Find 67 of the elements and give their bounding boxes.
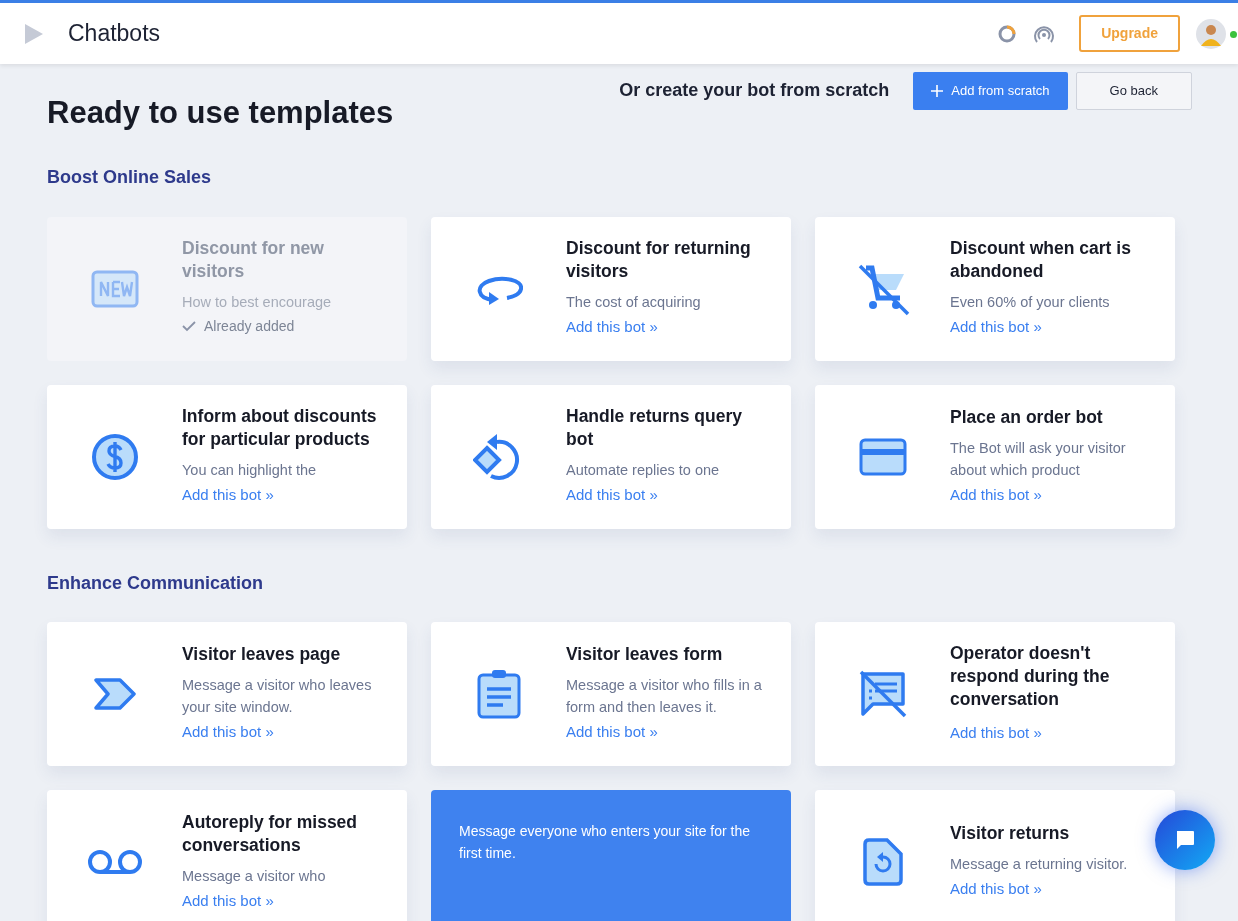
template-card[interactable]: Autoreply for missed conversations Message a visitor who Add this bot » <box>47 790 407 921</box>
card-title: Visitor returns <box>950 822 1071 846</box>
card-description: How to best encourage <box>182 293 333 313</box>
card-title: Discount when cart is abandoned <box>950 237 1132 284</box>
card-description: The Bot will ask your visitor about which product <box>950 438 1127 480</box>
check-icon <box>182 321 196 333</box>
card-description: Automate replies to one <box>566 461 721 481</box>
add-bot-link[interactable]: Add this bot » <box>182 723 274 741</box>
card-description: Message a visitor who <box>182 866 327 886</box>
card-title: Visitor leaves form <box>566 643 724 667</box>
card-title: Autoreply for missed conversations <box>182 810 359 857</box>
section-title: Boost Online Sales <box>47 167 213 189</box>
add-from-scratch-button[interactable]: Add from scratch <box>913 72 1068 110</box>
card-title: Visitor leaves page <box>182 643 342 667</box>
add-bot-link[interactable]: Add this bot » <box>950 724 1042 742</box>
chevron-icon <box>93 678 136 711</box>
card-description: You can highlight the <box>182 461 318 481</box>
card-description: Even 60% of your clients <box>950 293 1111 313</box>
card-title: Operator doesn't respond during the conversation <box>950 642 1111 712</box>
voicemail-icon <box>85 849 144 876</box>
add-bot-link[interactable]: Add this bot » <box>566 486 658 504</box>
card-description: Message a visitor who fills in a form and then leaves it. <box>566 676 763 718</box>
card-title: Discount for returning visitors <box>566 237 752 284</box>
card-title: Place an order bot <box>950 405 1104 429</box>
clipboard-icon <box>476 669 521 720</box>
status-text: Already added <box>204 317 295 337</box>
add-bot-link[interactable]: Add this bot » <box>566 318 658 336</box>
chat-button[interactable] <box>1155 810 1215 870</box>
template-card[interactable]: Operator doesn't respond during the conversation Add this bot » <box>815 622 1175 767</box>
document-refresh-icon <box>862 838 903 887</box>
progress-ring-icon[interactable] <box>997 23 1018 44</box>
template-card[interactable]: Visitor returns Message a returning visitor. Add this bot » <box>815 790 1175 921</box>
section-title: Enhance Communication <box>47 572 265 595</box>
dollar-coin-icon <box>90 432 139 481</box>
scratch-label: Or create your bot from scratch <box>619 79 890 103</box>
card-description: Message a returning visitor. <box>950 855 1129 875</box>
card-description: Message a visitor who leaves your site window. <box>182 676 373 718</box>
go-back-button[interactable]: Go back <box>1075 72 1192 110</box>
tooltip: Message everyone who enters your site for the first time. <box>431 790 791 921</box>
add-bot-link[interactable]: Add this bot » <box>182 891 274 909</box>
plus-icon <box>931 84 944 97</box>
add-bot-link[interactable]: Add this bot » <box>950 318 1042 336</box>
add-bot-link[interactable]: Add this bot » <box>950 880 1042 898</box>
template-card[interactable]: Visitor leaves form Message a visitor who fills in a form and then leaves it. Add this bot » <box>431 622 791 767</box>
template-card[interactable]: Discount for returning visitors The cost of acquiring Add this bot » <box>431 216 791 361</box>
template-card[interactable]: Inform about discounts for particular products You can highlight the Add this bot » <box>47 384 407 529</box>
template-card[interactable]: Discount when cart is abandoned Even 60% of your clients Add this bot » <box>815 216 1175 361</box>
broadcast-icon[interactable] <box>1033 23 1056 44</box>
avatar[interactable] <box>1196 18 1226 49</box>
play-icon[interactable] <box>24 22 44 45</box>
chat-icon <box>1174 829 1196 851</box>
add-bot-link[interactable]: Add this bot » <box>950 485 1042 503</box>
template-card[interactable]: Handle returns query bot Automate replies to one Add this bot » <box>431 384 791 529</box>
card-title: Discount for new visitors <box>182 237 325 284</box>
add-bot-link[interactable]: Add this bot » <box>566 723 658 741</box>
template-card[interactable]: Place an order bot The Bot will ask your visitor about which product Add this bot » <box>815 384 1175 529</box>
card-description: The cost of acquiring <box>566 293 702 313</box>
page-title: Chatbots <box>68 19 161 49</box>
upgrade-button[interactable]: Upgrade <box>1079 15 1180 52</box>
heading: Ready to use templates <box>47 94 394 132</box>
add-bot-link[interactable]: Add this bot » <box>182 486 274 504</box>
template-card[interactable]: Visitor leaves page Message a visitor who leaves your site window. Add this bot » <box>47 622 407 767</box>
new-badge-icon <box>90 269 139 308</box>
card-title: Handle returns query bot <box>566 405 744 452</box>
card-title: Inform about discounts for particular products <box>182 405 378 452</box>
credit-card-icon <box>858 437 907 476</box>
template-card[interactable]: Discount for new visitors How to best encourage Already added <box>47 216 407 361</box>
